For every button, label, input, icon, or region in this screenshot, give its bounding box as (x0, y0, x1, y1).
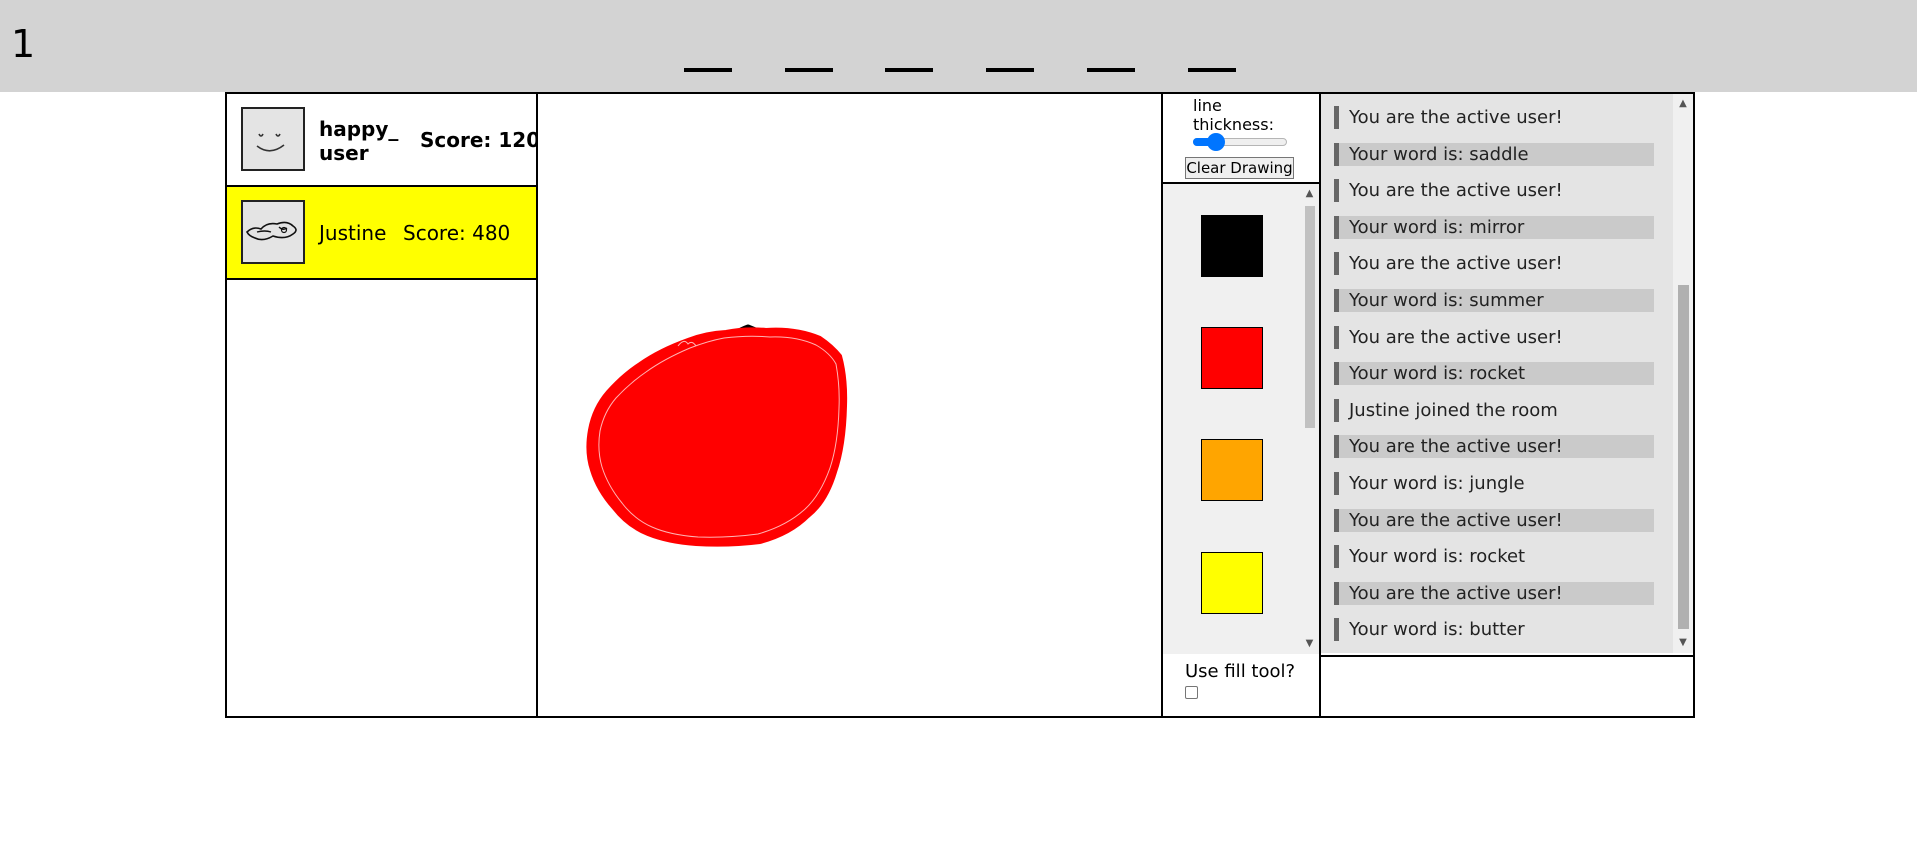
chat-message: You are the active user! (1334, 326, 1654, 349)
chat-message: Your word is: jungle (1334, 472, 1654, 495)
chat-message: You are the active user! (1334, 252, 1654, 275)
scrollbar-thumb[interactable] (1305, 206, 1315, 428)
chat-input[interactable] (1321, 655, 1693, 716)
chat-message: Your word is: butter (1334, 618, 1654, 641)
chat-scrollbar[interactable]: ▲ ▼ (1673, 94, 1693, 653)
letter-blank (684, 68, 732, 72)
chat-message: You are the active user! (1334, 509, 1654, 532)
letter-blank (1188, 68, 1236, 72)
color-swatch-yellow[interactable] (1201, 552, 1263, 614)
letter-blank (986, 68, 1034, 72)
player-name: happy_ user (319, 117, 399, 165)
tools-panel: line thickness: Clear Drawing ▲ ▼ Use fi… (1163, 94, 1321, 716)
chat-message: Your word is: mirror (1334, 216, 1654, 239)
player-card-active: Justine Score: 480 (227, 187, 536, 280)
chat-message: You are the active user! (1334, 106, 1654, 129)
chat-message: Your word is: saddle (1334, 143, 1654, 166)
chat-message: Your word is: rocket (1334, 545, 1654, 568)
color-swatch-red[interactable] (1201, 327, 1263, 389)
slider-thumb[interactable] (1206, 133, 1225, 151)
line-thickness-label: line thickness: (1193, 96, 1274, 134)
player-name: Justine (319, 221, 387, 245)
drawing (586, 324, 848, 547)
scroll-down-arrow-icon[interactable]: ▼ (1673, 635, 1693, 651)
chat-message: Your word is: rocket (1334, 362, 1654, 385)
player-score: Score: 120 (420, 128, 541, 152)
chat-message: You are the active user! (1334, 435, 1654, 458)
chat-message: Your word is: summer (1334, 289, 1654, 312)
letter-blank (785, 68, 833, 72)
game-area: happy_ user Score: 120 Justine Score: 48… (225, 92, 1695, 718)
player-card: happy_ user Score: 120 (227, 94, 540, 187)
color-swatch-black[interactable] (1201, 215, 1263, 277)
clear-drawing-button[interactable]: Clear Drawing (1185, 157, 1294, 179)
player-list: happy_ user Score: 120 Justine Score: 48… (227, 94, 540, 716)
line-thickness-slider[interactable] (1193, 133, 1287, 151)
fill-tool-label: Use fill tool? (1185, 661, 1296, 682)
scrollbar-thumb[interactable] (1678, 285, 1689, 629)
color-swatch-orange[interactable] (1201, 439, 1263, 501)
color-palette: ▲ ▼ (1163, 184, 1319, 654)
chat-messages: ▲ ▼ You are the active user! Your word is… (1321, 94, 1693, 653)
top-bar: 1 (0, 0, 1917, 92)
player-score: Score: 480 (403, 221, 511, 245)
chat-message: You are the active user! (1334, 179, 1654, 202)
scroll-down-arrow-icon[interactable]: ▼ (1300, 636, 1319, 652)
fill-tool-checkbox[interactable] (1185, 686, 1198, 699)
chat-message: Justine joined the room (1334, 399, 1654, 422)
letter-blank (885, 68, 933, 72)
chat-message: You are the active user! (1334, 582, 1654, 605)
scroll-up-arrow-icon[interactable]: ▲ (1673, 96, 1693, 112)
doodle-icon (241, 200, 305, 264)
round-number: 1 (11, 22, 36, 66)
chat-panel: ▲ ▼ You are the active user! Your word is… (1321, 94, 1693, 716)
letter-blank (1087, 68, 1135, 72)
scroll-up-arrow-icon[interactable]: ▲ (1300, 186, 1319, 202)
palette-scrollbar[interactable]: ▲ ▼ (1300, 184, 1319, 654)
drawing-canvas[interactable] (538, 94, 1163, 716)
smiley-face-icon (241, 107, 305, 171)
